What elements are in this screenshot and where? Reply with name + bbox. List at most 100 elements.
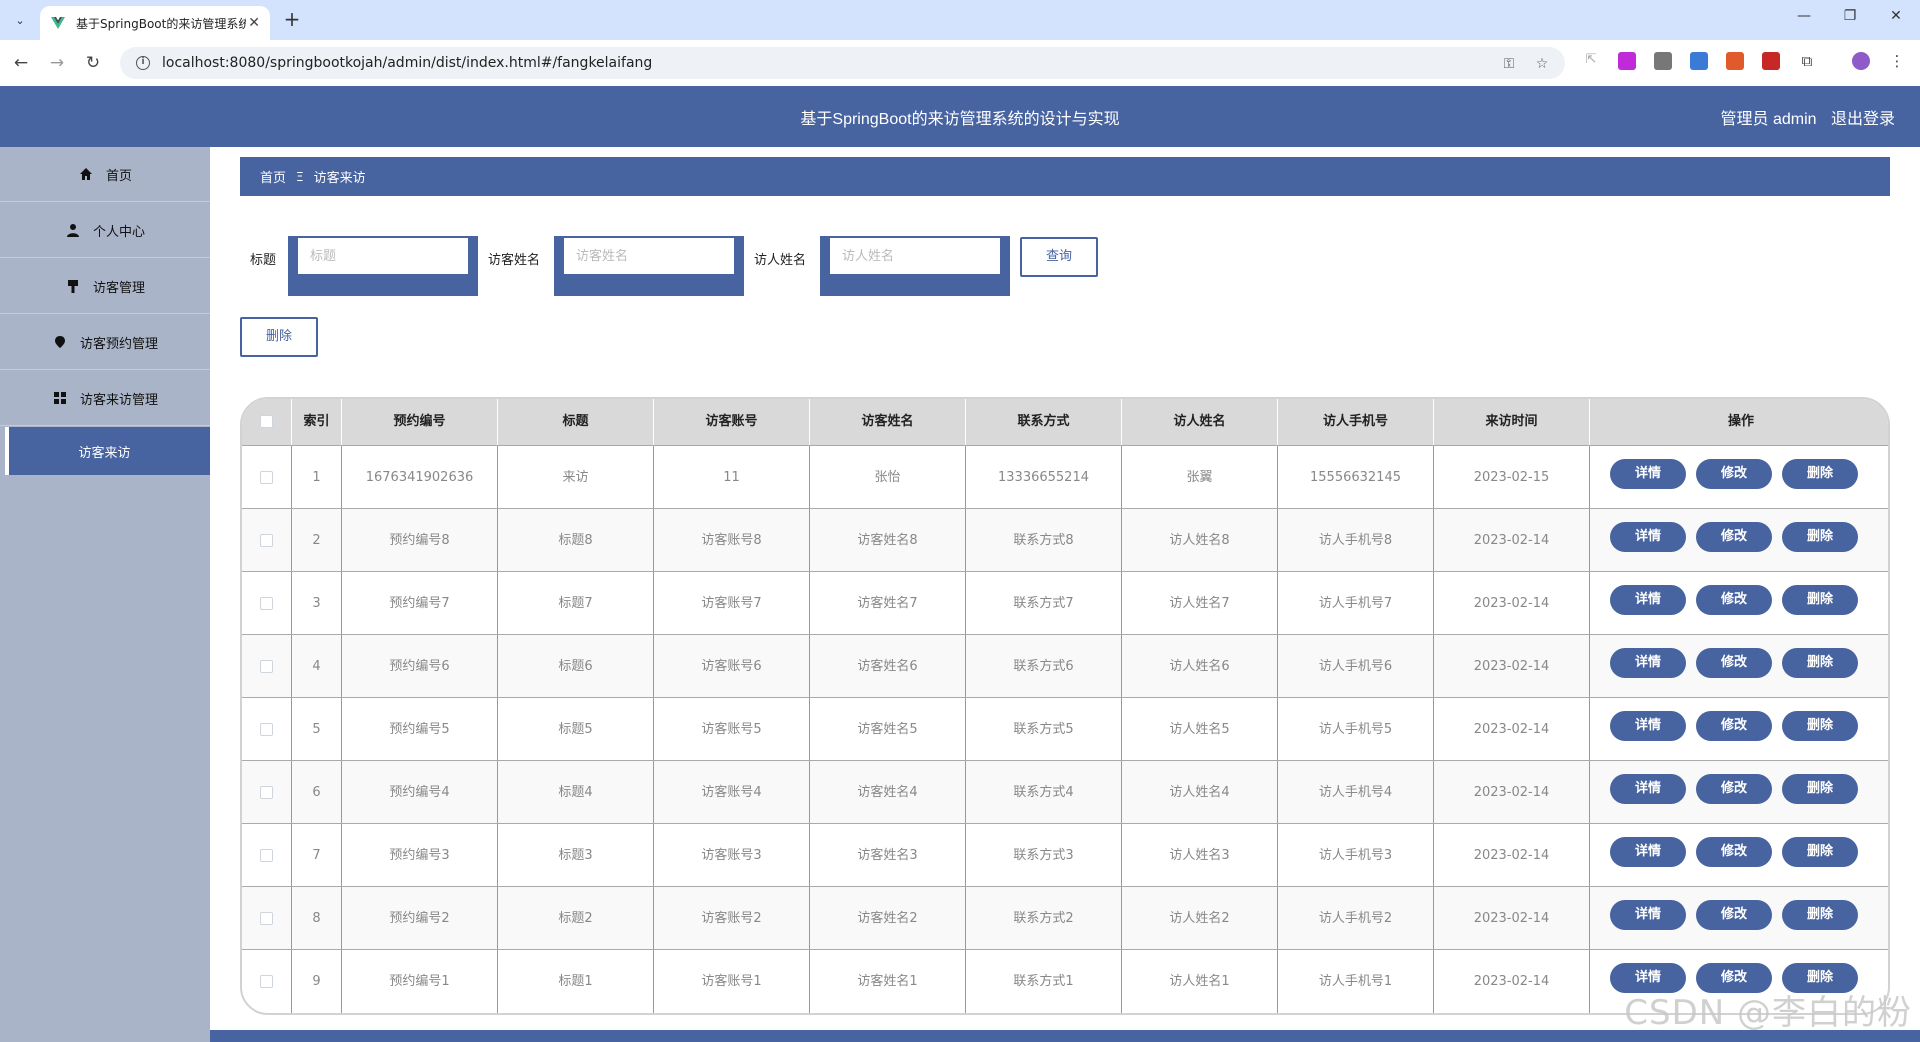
- sidebar-item-home[interactable]: 首页: [0, 147, 210, 202]
- close-window-icon[interactable]: ✕: [1884, 8, 1908, 24]
- sidebar-item-visitor-management[interactable]: 访客管理: [0, 259, 210, 314]
- table-cell: 5: [292, 698, 342, 761]
- edit-button[interactable]: 修改: [1696, 837, 1772, 867]
- edit-button[interactable]: 修改: [1696, 774, 1772, 804]
- back-arrow-icon[interactable]: ←: [10, 52, 32, 74]
- delete-button[interactable]: 删除: [1782, 648, 1858, 678]
- edit-button[interactable]: 修改: [1696, 459, 1772, 489]
- row-checkbox[interactable]: [260, 660, 273, 673]
- table-cell: 2023-02-14: [1434, 824, 1590, 887]
- logout-link[interactable]: 退出登录: [1831, 111, 1895, 128]
- breadcrumb-home[interactable]: 首页: [260, 167, 286, 186]
- extension-icon[interactable]: [1726, 52, 1744, 70]
- query-button[interactable]: 查询: [1020, 237, 1098, 277]
- sidebar-subitem-visitor-visits[interactable]: 访客来访: [5, 427, 210, 475]
- forward-arrow-icon[interactable]: →: [46, 52, 68, 74]
- edit-button[interactable]: 修改: [1696, 648, 1772, 678]
- delete-button[interactable]: 删除: [1782, 522, 1858, 552]
- sidebar-item-personal-center[interactable]: 个人中心: [0, 203, 210, 258]
- delete-button[interactable]: 删除: [1782, 774, 1858, 804]
- detail-button[interactable]: 详情: [1610, 648, 1686, 678]
- table-cell: 标题2: [498, 887, 654, 950]
- edit-button[interactable]: 修改: [1696, 711, 1772, 741]
- row-checkbox[interactable]: [260, 849, 273, 862]
- row-checkbox[interactable]: [260, 975, 273, 988]
- extension-icon[interactable]: [1762, 52, 1780, 70]
- user-info: 管理员 admin 退出登录: [1711, 105, 1896, 129]
- detail-button[interactable]: 详情: [1610, 711, 1686, 741]
- key-icon[interactable]: ⚿: [1500, 55, 1518, 73]
- row-checkbox[interactable]: [260, 786, 273, 799]
- sidebar: 首页 个人中心 访客管理 访客预约管理 访客来访管理 访客来访: [0, 147, 210, 1042]
- edit-button[interactable]: 修改: [1696, 522, 1772, 552]
- row-select-cell: [242, 824, 292, 887]
- address-bar[interactable]: i localhost:8080/springbootkojah/admin/d…: [120, 47, 1565, 79]
- browser-tab[interactable]: 基于SpringBoot的来访管理系统 ✕: [40, 6, 270, 40]
- table-cell: 9: [292, 950, 342, 1013]
- delete-button[interactable]: 删除: [1782, 900, 1858, 930]
- row-checkbox[interactable]: [260, 597, 273, 610]
- table-cell: 预约编号3: [342, 824, 498, 887]
- delete-button[interactable]: 删除: [1782, 711, 1858, 741]
- table-cell: 联系方式6: [966, 635, 1122, 698]
- table-cell: 访客账号2: [654, 887, 810, 950]
- delete-button[interactable]: 删除: [1782, 585, 1858, 615]
- restore-icon[interactable]: ❐: [1838, 8, 1862, 24]
- batch-delete-button[interactable]: 删除: [240, 317, 318, 357]
- table-cell: 预约编号8: [342, 509, 498, 572]
- new-tab-icon[interactable]: +: [280, 8, 304, 32]
- table-cell: 2023-02-14: [1434, 887, 1590, 950]
- table-cell: 联系方式5: [966, 698, 1122, 761]
- detail-button[interactable]: 详情: [1610, 774, 1686, 804]
- bookmark-star-icon[interactable]: ☆: [1533, 55, 1551, 73]
- visitor-name-input[interactable]: [564, 238, 734, 274]
- table-cell: 访客账号4: [654, 761, 810, 824]
- table-cell: 访人姓名4: [1122, 761, 1278, 824]
- delete-button[interactable]: 删除: [1782, 459, 1858, 489]
- title-label: 标题: [250, 253, 277, 268]
- detail-button[interactable]: 详情: [1610, 459, 1686, 489]
- row-checkbox[interactable]: [260, 534, 273, 547]
- table-cell: 预约编号1: [342, 950, 498, 1013]
- close-tab-icon[interactable]: ✕: [248, 15, 260, 31]
- extension-icon[interactable]: [1618, 52, 1636, 70]
- table-cell: 标题1: [498, 950, 654, 1013]
- table-cell: 7: [292, 824, 342, 887]
- detail-button[interactable]: 详情: [1610, 900, 1686, 930]
- detail-button[interactable]: 详情: [1610, 585, 1686, 615]
- table-cell: 访人手机号5: [1278, 698, 1434, 761]
- table-cell: 预约编号4: [342, 761, 498, 824]
- title-input[interactable]: [298, 238, 468, 274]
- kebab-menu-icon[interactable]: ⋮: [1888, 52, 1906, 70]
- reload-icon[interactable]: ↻: [82, 52, 104, 74]
- row-checkbox[interactable]: [260, 723, 273, 736]
- select-all-cell: [242, 399, 292, 445]
- column-header: 访人手机号: [1278, 399, 1434, 445]
- row-checkbox[interactable]: [260, 471, 273, 484]
- tab-list-chevron-icon[interactable]: ⌄: [8, 8, 32, 32]
- sidebar-item-visit-management[interactable]: 访客来访管理: [0, 371, 210, 426]
- table-cell: 访人姓名5: [1122, 698, 1278, 761]
- host-name-input[interactable]: [830, 238, 1000, 274]
- puzzle-icon[interactable]: ⧉: [1798, 52, 1816, 70]
- extension-icon[interactable]: [1690, 52, 1708, 70]
- column-header: 访人姓名: [1122, 399, 1278, 445]
- select-all-checkbox[interactable]: [260, 415, 273, 428]
- sidebar-item-label: 个人中心: [92, 224, 145, 240]
- minimize-icon[interactable]: —: [1792, 8, 1816, 24]
- edit-button[interactable]: 修改: [1696, 585, 1772, 615]
- table-cell: 访客账号7: [654, 572, 810, 635]
- detail-button[interactable]: 详情: [1610, 522, 1686, 552]
- table-cell: 2023-02-14: [1434, 761, 1590, 824]
- cursor-extension-icon[interactable]: ⇱: [1582, 52, 1600, 70]
- table-cell: 15556632145: [1278, 446, 1434, 509]
- edit-button[interactable]: 修改: [1696, 900, 1772, 930]
- table-cell: 访人手机号2: [1278, 887, 1434, 950]
- site-info-icon[interactable]: i: [136, 56, 150, 70]
- sidebar-item-appointment-management[interactable]: 访客预约管理: [0, 315, 210, 370]
- delete-button[interactable]: 删除: [1782, 837, 1858, 867]
- profile-avatar-icon[interactable]: [1852, 52, 1870, 70]
- extension-icon[interactable]: [1654, 52, 1672, 70]
- row-checkbox[interactable]: [260, 912, 273, 925]
- detail-button[interactable]: 详情: [1610, 837, 1686, 867]
